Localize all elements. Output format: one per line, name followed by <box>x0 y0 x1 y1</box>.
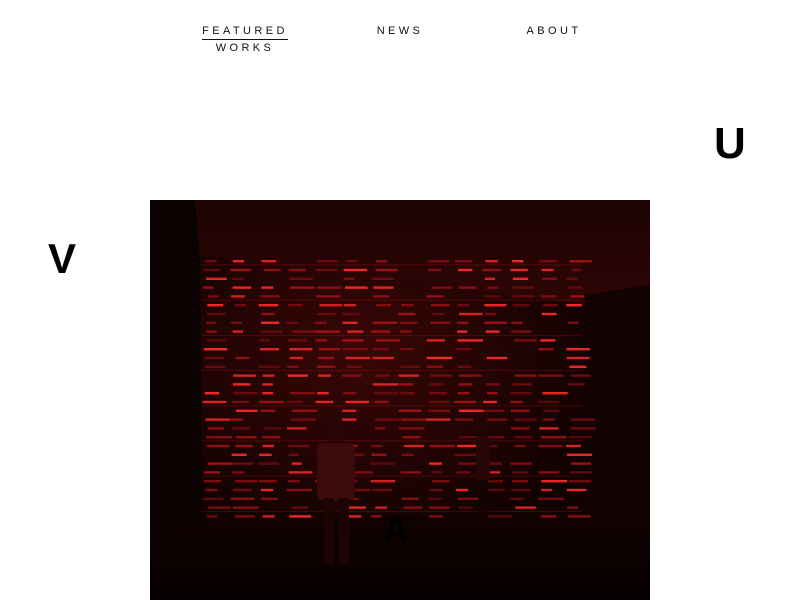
floating-letter-v: V <box>48 235 77 282</box>
nav-featured-label-line2: WORKS <box>215 42 275 54</box>
main-nav: FEATURED WORKS NEWS ABOUT <box>0 0 800 70</box>
nav-featured-works[interactable]: FEATURED WORKS <box>196 23 294 57</box>
floating-letter-u: U <box>714 119 746 168</box>
nav-about[interactable]: ABOUT <box>512 23 596 40</box>
nav-featured-label-line1: FEATURED <box>202 24 288 40</box>
nav-news[interactable]: NEWS <box>360 23 440 40</box>
floating-letter-a: A <box>383 509 409 550</box>
